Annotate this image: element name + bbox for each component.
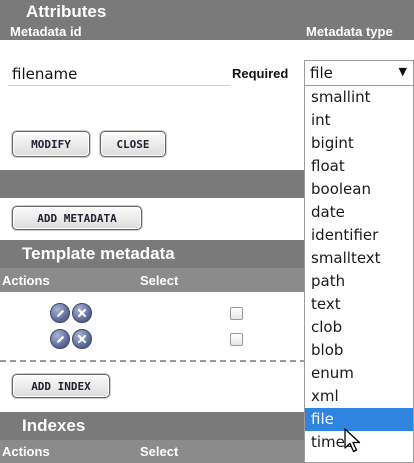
select-checkbox[interactable] [230, 333, 243, 346]
add-metadata-button[interactable]: ADD METADATA [12, 206, 142, 230]
indexes-columns: Actions Select [0, 440, 306, 463]
pencil-icon[interactable] [50, 329, 70, 349]
required-label: Required [232, 66, 289, 81]
option-date[interactable]: date [305, 201, 413, 224]
select-checkbox[interactable] [230, 307, 243, 320]
metadata-id-input[interactable] [8, 62, 230, 86]
section-separator-bar [0, 170, 306, 198]
pencil-icon-glyph [56, 309, 64, 317]
metadata-type-dropdown: smallint int bigint float boolean date i… [304, 86, 414, 463]
option-bigint[interactable]: bigint [305, 132, 413, 155]
indexes-header: Indexes [0, 412, 306, 440]
x-icon[interactable] [72, 329, 92, 349]
indexes-column-select: Select [140, 444, 179, 459]
metadata-type-label: Metadata type [306, 23, 393, 39]
option-enum[interactable]: enum [305, 362, 413, 385]
option-smalltext[interactable]: smalltext [305, 247, 413, 270]
metadata-id-label: Metadata id [10, 23, 82, 39]
option-xml[interactable]: xml [305, 385, 413, 408]
table-row [0, 300, 306, 326]
option-blob[interactable]: blob [305, 339, 413, 362]
indexes-column-actions: Actions [2, 444, 50, 459]
option-path[interactable]: path [305, 270, 413, 293]
option-smallint[interactable]: smallint [305, 86, 413, 109]
metadata-type-select[interactable]: file ▼ [304, 60, 414, 86]
column-actions: Actions [2, 272, 50, 288]
template-metadata-columns: Actions Select [0, 268, 306, 292]
mouse-pointer-icon [344, 428, 361, 453]
x-icon-glyph [77, 334, 87, 344]
x-icon[interactable] [72, 303, 92, 323]
dropdown-arrow-icon: ▼ [398, 65, 407, 78]
option-boolean[interactable]: boolean [305, 178, 413, 201]
option-float[interactable]: float [305, 155, 413, 178]
x-icon-glyph [77, 308, 87, 318]
attributes-title: Attributes [26, 2, 107, 21]
attributes-header: Attributes Metadata id Metadata type [0, 0, 414, 40]
table-row [0, 326, 306, 352]
dashed-divider [0, 360, 306, 362]
pencil-icon[interactable] [50, 303, 70, 323]
pencil-icon-glyph [56, 335, 64, 343]
option-text[interactable]: text [305, 293, 413, 316]
modify-button[interactable]: MODIFY [12, 131, 90, 157]
close-button[interactable]: CLOSE [100, 131, 166, 157]
option-int[interactable]: int [305, 109, 413, 132]
add-index-button[interactable]: ADD INDEX [12, 374, 110, 398]
column-select: Select [140, 272, 179, 288]
template-metadata-header: Template metadata [0, 240, 306, 268]
option-identifier[interactable]: identifier [305, 224, 413, 247]
option-clob[interactable]: clob [305, 316, 413, 339]
metadata-type-selected-value: file [310, 64, 333, 82]
